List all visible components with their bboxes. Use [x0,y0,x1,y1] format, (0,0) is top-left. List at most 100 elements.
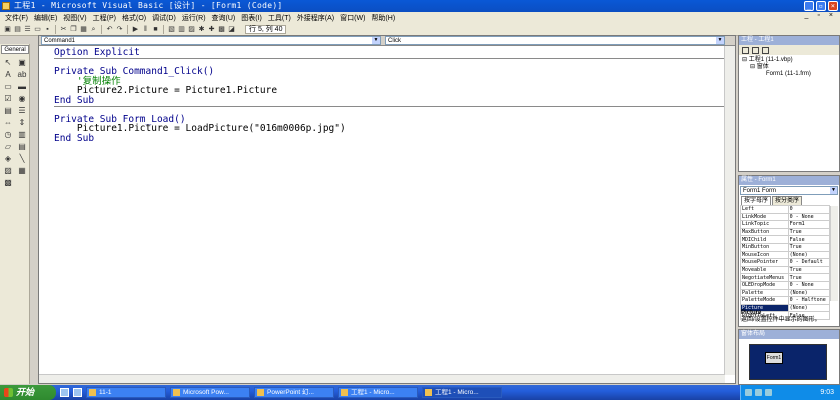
property-value[interactable]: True [787,265,831,275]
tray-volume-icon[interactable] [755,389,762,396]
checkbox-tool-icon[interactable]: ☑ [2,93,14,104]
menu-view[interactable]: 视图(V) [60,13,89,23]
menu-window[interactable]: 窗口(W) [337,13,368,23]
child-restore-button[interactable]: ▫ [814,12,822,19]
property-value[interactable]: 0 - Default [787,258,831,267]
property-row[interactable]: OLEDropMode 0 - None [740,280,831,290]
component-manager-icon[interactable]: ◪ [227,25,236,34]
object-combo[interactable]: Command1 ▼ [41,36,381,45]
property-value[interactable]: True [787,242,831,252]
drivelist-tool-icon[interactable]: ▥ [16,129,28,140]
copy-icon[interactable]: ❐ [69,25,78,34]
end-icon[interactable]: ■ [151,25,160,34]
child-minimize-button[interactable]: _ [802,12,812,19]
chevron-down-icon[interactable]: ▼ [716,37,724,44]
menu-editor-icon[interactable]: ☰ [23,25,32,34]
open-icon[interactable]: ▭ [33,25,42,34]
property-row[interactable]: PaletteMode 0 - Halftone [740,296,831,305]
break-icon[interactable]: ‖ [141,25,150,34]
optionbutton-tool-icon[interactable]: ◉ [16,93,28,104]
property-row[interactable]: MaxButton True [740,227,831,237]
property-value[interactable]: 0 - None [787,280,831,290]
property-row[interactable]: Moveable True [740,265,831,275]
quicklaunch-ie-icon[interactable] [60,388,69,397]
add-project-icon[interactable]: ▣ [3,25,12,34]
vscrollbar-tool-icon[interactable]: ⇕ [16,117,28,128]
project-explorer-icon[interactable]: ▧ [167,25,176,34]
textbox-tool-icon[interactable]: ab [16,69,28,80]
add-form-icon[interactable]: ▤ [13,25,22,34]
dirlist-tool-icon[interactable]: ▱ [2,141,14,152]
form-layout-icon[interactable]: ▨ [187,25,196,34]
property-row[interactable]: MDIChild False [740,235,831,244]
cut-icon[interactable]: ✂ [59,25,68,34]
commandbutton-tool-icon[interactable]: ▬ [16,81,28,92]
code-horizontal-scrollbar[interactable] [39,374,725,383]
quicklaunch-desktop-icon[interactable] [73,388,82,397]
menu-project[interactable]: 工程(P) [90,13,119,23]
menu-diagram[interactable]: 图表(I) [238,13,265,23]
menu-format[interactable]: 格式(O) [119,13,149,23]
properties-window-icon[interactable]: ▥ [177,25,186,34]
tray-ime-icon[interactable] [765,389,772,396]
label-tool-icon[interactable]: A [2,69,14,80]
minimize-button[interactable]: _ [804,1,814,11]
property-value[interactable]: 0 [787,205,831,214]
task-button-vb1[interactable]: 工程1 - Micro... [338,387,418,398]
menu-edit[interactable]: 编辑(E) [31,13,60,23]
tray-network-icon[interactable] [745,389,752,396]
object-browser-icon[interactable]: ✱ [197,25,206,34]
tree-root[interactable]: ⊟ 工程1 (11-1.vbp) [742,57,836,64]
redo-icon[interactable]: ↷ [115,25,124,34]
ole-tool-icon[interactable]: ▩ [2,177,14,188]
menu-tools[interactable]: 工具(T) [265,13,294,23]
property-value[interactable]: Form1 [787,220,831,229]
tree-folder[interactable]: ⊟ 窗体 [742,64,836,71]
image-tool-icon[interactable]: ▨ [2,165,14,176]
shape-tool-icon[interactable]: ◈ [2,153,14,164]
property-value[interactable]: True [787,273,831,282]
save-icon[interactable]: ▪ [43,25,52,34]
property-value[interactable]: False [787,235,831,244]
start-button[interactable]: 开始 [0,385,56,400]
procedure-combo[interactable]: Click ▼ [385,36,725,45]
property-row[interactable]: MouseIcon (None) [740,250,831,260]
undo-icon[interactable]: ↶ [105,25,114,34]
property-row[interactable]: MousePointer 0 - Default [740,258,831,267]
property-value[interactable]: (None) [787,288,831,298]
property-value[interactable]: 0 - Halftone [787,296,831,305]
property-value[interactable]: 0 - None [787,212,831,222]
close-button[interactable]: × [828,1,838,11]
frame-tool-icon[interactable]: ▭ [2,81,14,92]
view-code-icon[interactable] [742,46,749,54]
toolbox-icon[interactable]: ✚ [207,25,216,34]
picturebox-tool-icon[interactable]: ▣ [16,57,28,68]
menu-run[interactable]: 运行(R) [179,13,209,23]
code-editor[interactable]: Option Explicit Private Sub Command1_Clic… [39,46,725,375]
task-button-folder[interactable]: 11-1 [86,387,166,398]
line-tool-icon[interactable]: ╲ [16,153,28,164]
listbox-tool-icon[interactable]: ☰ [16,105,28,116]
child-close-button[interactable]: × [826,12,836,19]
task-button-vb2[interactable]: 工程1 - Micro... [422,387,502,398]
restore-button[interactable]: ▫ [816,1,826,11]
find-icon[interactable]: ⌕ [89,25,98,34]
menu-addins[interactable]: 外接程序(A) [294,13,337,23]
properties-scrollbar[interactable] [830,206,838,301]
combobox-tool-icon[interactable]: ▤ [2,105,14,116]
hscrollbar-tool-icon[interactable]: ⇔ [2,117,14,128]
property-row[interactable]: Palette (None) [740,288,831,298]
tab-categorized[interactable]: 按分类序 [772,196,803,205]
tree-form-item[interactable]: Form1 (11-1.frm) [742,71,836,78]
tab-alphabetic[interactable]: 按字母序 [741,196,772,205]
layout-form[interactable]: Form1 [765,352,783,364]
menu-help[interactable]: 帮助(H) [368,13,398,23]
property-row[interactable]: LinkTopic Form1 [740,220,831,229]
property-row[interactable]: NegotiateMenus True [740,273,831,282]
pointer-tool-icon[interactable]: ↖ [2,57,14,68]
menu-debug[interactable]: 调试(D) [149,13,179,23]
data-view-icon[interactable]: ▩ [217,25,226,34]
object-selector[interactable]: Form1 Form ▼ [740,186,838,195]
property-value[interactable]: True [787,227,831,237]
property-row[interactable]: LinkMode 0 - None [740,212,831,222]
